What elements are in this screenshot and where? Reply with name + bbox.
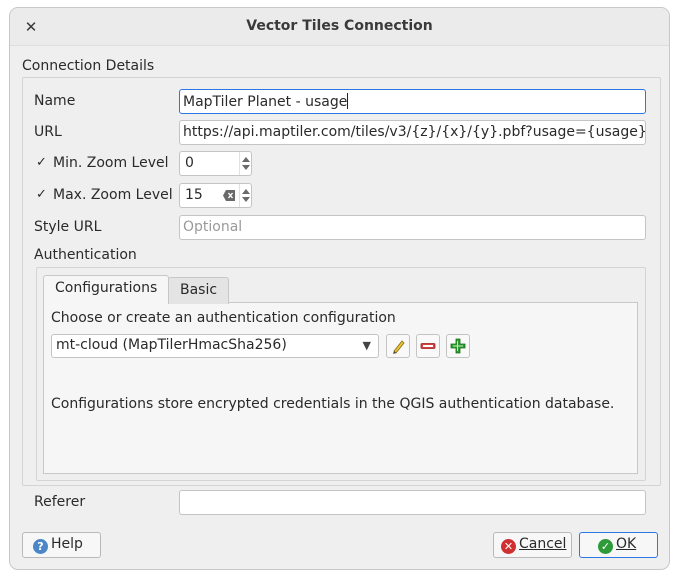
- edit-config-button[interactable]: [386, 334, 410, 358]
- name-label: Name: [34, 93, 76, 109]
- spin-down-icon[interactable]: [242, 197, 250, 202]
- chevron-down-icon: ▼: [362, 339, 371, 352]
- style-url-label: Style URL: [34, 219, 102, 235]
- window-title: Vector Tiles Connection: [246, 18, 433, 34]
- ok-button[interactable]: ✓ OK: [579, 532, 658, 558]
- max-zoom-value: 15: [185, 187, 203, 203]
- auth-config-value: mt-cloud (MapTilerHmacSha256): [56, 337, 287, 353]
- clear-icon[interactable]: [223, 190, 235, 201]
- style-url-placeholder: Optional: [183, 219, 243, 235]
- max-zoom-label: Max. Zoom Level: [53, 187, 173, 203]
- tab-configurations-label: Configurations: [55, 280, 158, 296]
- min-zoom-spinbox[interactable]: 0: [179, 151, 252, 176]
- tab-basic[interactable]: Basic: [168, 277, 230, 304]
- max-zoom-checkbox[interactable]: ✓: [35, 188, 48, 201]
- help-button[interactable]: ? Help: [22, 532, 101, 558]
- auth-config-select[interactable]: mt-cloud (MapTilerHmacSha256) ▼: [51, 334, 379, 358]
- min-zoom-stepper[interactable]: [239, 152, 251, 175]
- name-input[interactable]: MapTiler Planet - usage: [179, 89, 646, 114]
- name-input-value: MapTiler Planet - usage: [183, 94, 348, 110]
- tab-configurations[interactable]: Configurations: [43, 275, 170, 304]
- url-input-value: https://api.maptiler.com/tiles/v3/{z}/{x…: [183, 124, 646, 140]
- auth-info-text: Configurations store encrypted credentia…: [51, 396, 615, 412]
- style-url-input[interactable]: Optional: [179, 215, 646, 240]
- spin-up-icon[interactable]: [242, 157, 250, 162]
- url-label: URL: [34, 124, 62, 140]
- tab-basic-label: Basic: [180, 282, 218, 298]
- spin-down-icon[interactable]: [242, 165, 250, 170]
- min-zoom-label: Min. Zoom Level: [53, 155, 169, 171]
- max-zoom-stepper[interactable]: [239, 184, 251, 207]
- remove-config-button[interactable]: [416, 334, 440, 358]
- min-zoom-checkbox[interactable]: ✓: [35, 156, 48, 169]
- help-icon: ?: [33, 539, 48, 554]
- dialog-window: ✕ Vector Tiles Connection Connection Det…: [9, 7, 670, 570]
- check-circle-icon: ✓: [598, 539, 613, 554]
- title-bar: ✕ Vector Tiles Connection: [10, 8, 669, 46]
- referer-label: Referer: [34, 494, 86, 510]
- authentication-label: Authentication: [34, 247, 137, 263]
- choose-config-label: Choose or create an authentication confi…: [51, 310, 396, 326]
- help-button-label: Help: [51, 536, 83, 552]
- minus-icon: [420, 340, 436, 356]
- cancel-button-label: Cancel: [519, 536, 567, 552]
- max-zoom-spinbox[interactable]: 15: [179, 183, 252, 208]
- pencil-icon: [391, 338, 406, 358]
- min-zoom-value: 0: [185, 155, 194, 171]
- add-config-button[interactable]: [446, 334, 470, 358]
- ok-button-label: OK: [616, 536, 637, 552]
- connection-details-title: Connection Details: [22, 58, 155, 74]
- cancel-button[interactable]: ✕ Cancel: [493, 532, 572, 558]
- referer-input[interactable]: [179, 490, 646, 515]
- cancel-icon: ✕: [501, 539, 516, 554]
- tab-panel-configurations: [43, 302, 638, 474]
- url-input[interactable]: https://api.maptiler.com/tiles/v3/{z}/{x…: [179, 120, 646, 145]
- plus-icon: [450, 338, 466, 358]
- text-caret: [347, 93, 349, 109]
- spin-up-icon[interactable]: [242, 189, 250, 194]
